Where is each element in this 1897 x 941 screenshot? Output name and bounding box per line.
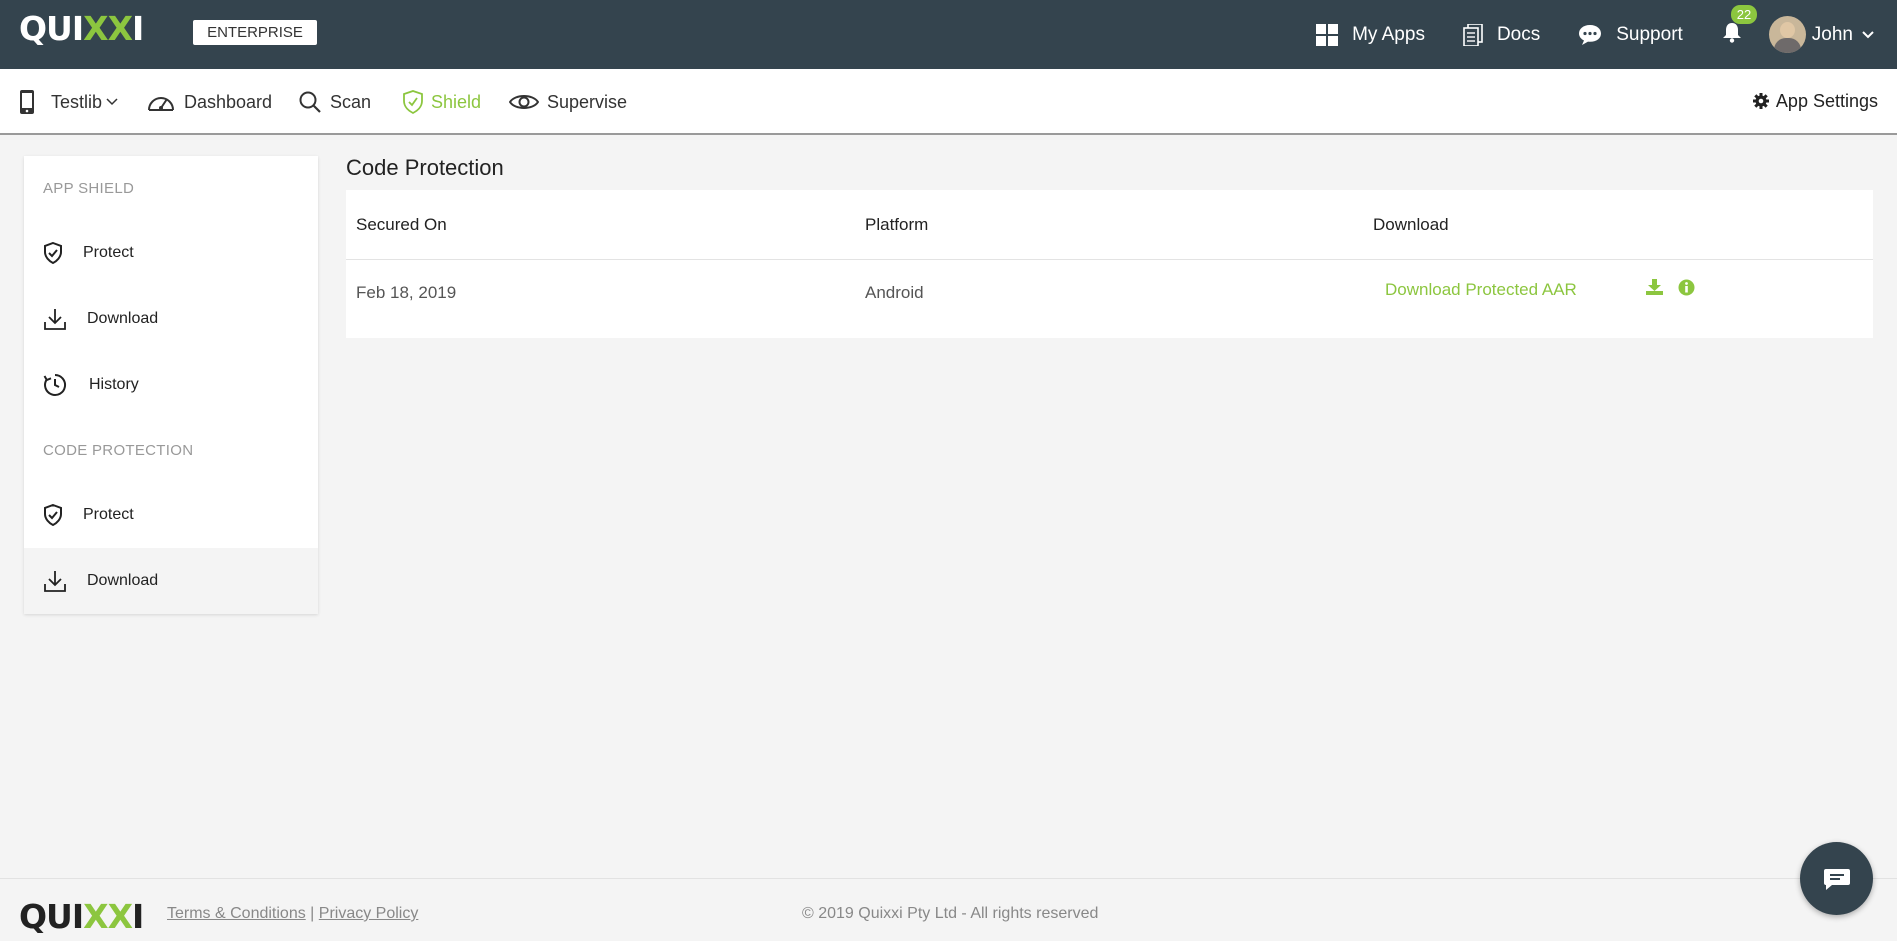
nav-shield-label: Shield: [431, 91, 482, 112]
chevron-down-icon: [106, 98, 118, 106]
terms-link[interactable]: Terms & Conditions: [167, 905, 306, 922]
docs-link[interactable]: Docs: [1463, 23, 1541, 46]
nav-supervise-label: Supervise: [547, 91, 628, 112]
edition-badge: ENTERPRISE: [193, 20, 317, 45]
sidebar-item-app-shield-download[interactable]: Download: [24, 286, 318, 352]
nav-shield[interactable]: Shield: [403, 69, 481, 135]
notifications-button[interactable]: 22: [1721, 5, 1758, 48]
column-header-download: Download: [1373, 215, 1449, 234]
app-settings-link[interactable]: App Settings: [1752, 69, 1878, 133]
nav-dashboard-label: Dashboard: [184, 91, 273, 112]
footer: QUIXXI Terms & Conditions | Privacy Poli…: [0, 878, 1897, 941]
cell-secured-on: Feb 18, 2019: [356, 283, 457, 302]
footer-separator: |: [310, 905, 315, 922]
download-icon[interactable]: [1646, 279, 1663, 295]
grid-icon: [1316, 23, 1339, 46]
eye-icon: [509, 95, 539, 109]
app-settings-label: App Settings: [1775, 90, 1878, 111]
cell-platform: Android: [865, 283, 924, 302]
sidebar: APP SHIELD Protect Download History CODE…: [24, 156, 318, 614]
download-protected-aar-link[interactable]: Download Protected AAR: [1385, 258, 1577, 322]
privacy-link[interactable]: Privacy Policy: [319, 905, 419, 922]
page-title: Code Protection: [346, 155, 504, 180]
footer-logo: QUIXXI: [19, 897, 144, 936]
copyright-text: © 2019 Quixxi Pty Ltd - All rights reser…: [802, 905, 1099, 922]
history-icon: [43, 373, 67, 396]
download-icon: [44, 309, 66, 330]
my-apps-link[interactable]: My Apps: [1316, 23, 1425, 46]
sidebar-section-code-protection: CODE PROTECTION: [43, 441, 194, 459]
shield-check-icon: [44, 242, 62, 264]
speedometer-icon: [148, 97, 174, 111]
sidebar-item-label: Download: [87, 572, 159, 589]
chevron-down-icon: [1862, 30, 1874, 38]
nav-scan-label: Scan: [330, 91, 372, 112]
sidebar-item-label: History: [89, 376, 139, 393]
support-link[interactable]: Support: [1578, 24, 1683, 46]
downloads-table: Secured On Platform Download Feb 18, 201…: [346, 190, 1873, 338]
notification-count-badge: 22: [1730, 5, 1758, 24]
chat-icon: [1823, 868, 1850, 890]
gear-icon: [1752, 93, 1769, 109]
app-navbar: Testlib Dashboard Scan Shield Supervise …: [0, 69, 1897, 135]
shield-icon: [403, 90, 423, 114]
footer-links: Terms & Conditions | Privacy Policy: [167, 905, 418, 923]
support-label: Support: [1616, 23, 1683, 45]
nav-supervise[interactable]: Supervise: [509, 69, 627, 135]
top-bar: QUIXXI ENTERPRISE My Apps Docs Support 2…: [0, 0, 1897, 69]
sidebar-item-code-download[interactable]: Download: [24, 548, 318, 614]
my-apps-label: My Apps: [1352, 23, 1425, 45]
phone-icon: [20, 90, 34, 114]
docs-label: Docs: [1496, 23, 1541, 45]
table-header: Secured On Platform Download: [346, 190, 1873, 260]
quixxi-logo[interactable]: QUIXXI: [19, 9, 144, 48]
chat-bubble-icon: [1579, 24, 1602, 45]
docs-icon: [1463, 23, 1483, 46]
bell-icon: [1722, 23, 1741, 43]
sidebar-item-label: Protect: [83, 506, 134, 523]
app-name: Testlib: [51, 91, 103, 112]
app-selector[interactable]: Testlib: [19, 69, 126, 135]
avatar: [1768, 16, 1806, 53]
column-header-secured-on: Secured On: [356, 215, 447, 234]
sidebar-item-label: Download: [87, 310, 159, 327]
user-name: John: [1811, 23, 1853, 45]
user-menu[interactable]: John: [1768, 16, 1875, 53]
sidebar-section-app-shield: APP SHIELD: [43, 179, 135, 197]
download-icon: [44, 571, 66, 592]
nav-dashboard[interactable]: Dashboard: [146, 69, 272, 135]
sidebar-item-label: Protect: [83, 244, 134, 261]
shield-check-icon: [44, 504, 62, 526]
chat-widget-button[interactable]: [1800, 842, 1873, 915]
nav-scan[interactable]: Scan: [298, 69, 371, 135]
column-header-platform: Platform: [865, 215, 929, 234]
sidebar-item-app-shield-protect[interactable]: Protect: [24, 220, 318, 286]
info-icon[interactable]: [1678, 279, 1695, 296]
sidebar-item-code-protect[interactable]: Protect: [24, 482, 318, 548]
magnifier-icon: [299, 91, 321, 113]
sidebar-item-history[interactable]: History: [24, 352, 318, 418]
